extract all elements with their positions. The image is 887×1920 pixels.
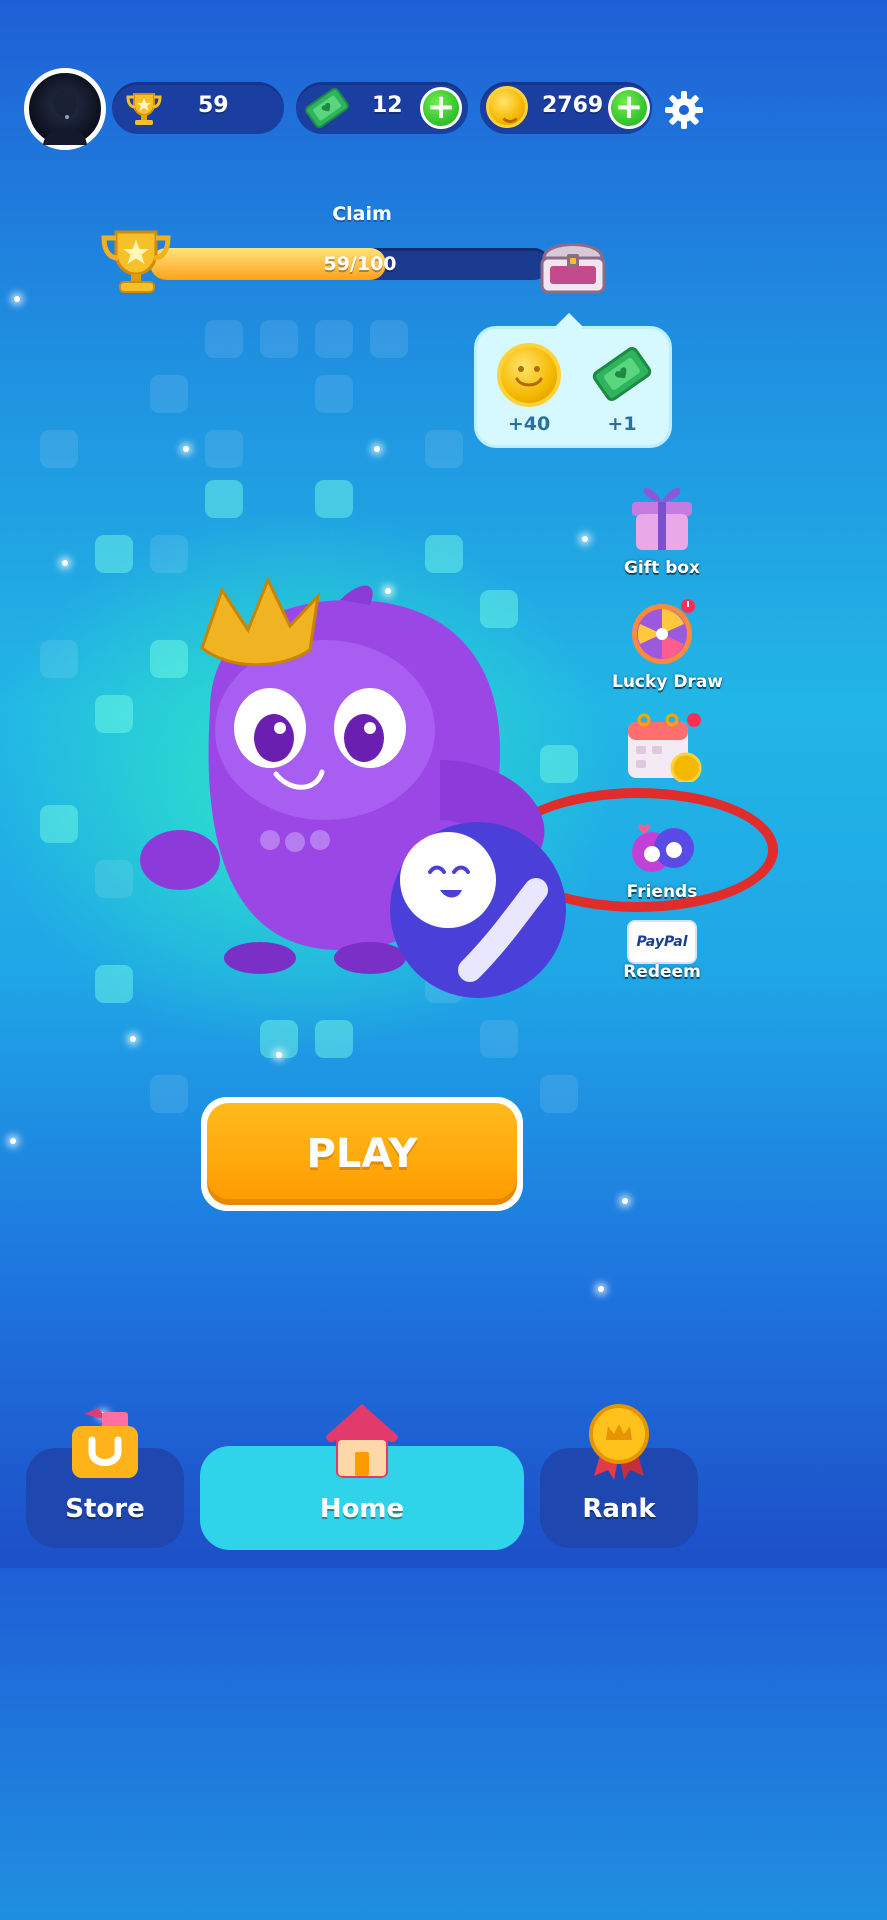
trophy-icon — [101, 230, 171, 293]
gift-box-icon — [632, 487, 692, 550]
coin-icon — [497, 343, 561, 407]
trophy-count: 59 — [198, 93, 229, 118]
treasure-chest-icon[interactable] — [536, 232, 610, 298]
trophy-counter: 59 — [112, 82, 284, 134]
shopping-bag-icon — [72, 1408, 138, 1478]
coin-count: 2769 — [542, 93, 604, 118]
reward-coin-amount: +40 — [507, 413, 551, 435]
ticket-icon — [592, 347, 652, 401]
add-tickets-button[interactable]: + — [420, 87, 462, 129]
add-coins-button[interactable]: + — [608, 87, 650, 129]
home-icon — [326, 1404, 398, 1478]
paypal-logo: PayPal — [627, 920, 697, 964]
reward-preview-panel: +40 +1 — [474, 326, 672, 448]
gift-box-button[interactable]: Gift box — [612, 484, 712, 578]
claim-label[interactable]: Claim — [300, 203, 424, 225]
medal-icon — [589, 1404, 649, 1480]
avatar-figure-icon — [43, 89, 87, 145]
play-button[interactable]: PLAY — [201, 1097, 523, 1211]
nav-home-label: Home — [319, 1494, 405, 1524]
calendar-icon — [628, 713, 702, 784]
character-illustration — [140, 576, 566, 998]
lucky-draw-button[interactable]: Lucky Draw — [612, 598, 723, 692]
coin-icon — [486, 86, 528, 128]
ticket-count: 12 — [372, 93, 403, 118]
gift-box-label: Gift box — [623, 558, 701, 578]
nav-rank-label: Rank — [582, 1494, 656, 1524]
reward-ticket-amount: +1 — [607, 413, 637, 435]
ticket-icon — [305, 87, 349, 129]
trophy-progress-text: 59/100 — [323, 253, 397, 275]
lucky-draw-label: Lucky Draw — [612, 672, 723, 692]
redeem-button[interactable]: PayPal Redeem — [612, 920, 712, 982]
player-avatar[interactable] — [24, 68, 106, 150]
prize-wheel-icon — [632, 599, 695, 664]
coin-counter: 2769 + — [480, 82, 652, 134]
play-button-label: PLAY — [207, 1103, 517, 1205]
trophy-icon — [126, 93, 162, 125]
redeem-label: Redeem — [623, 962, 701, 982]
gear-icon[interactable] — [664, 90, 704, 130]
ticket-counter: 12 + — [296, 82, 468, 134]
daily-calendar-button[interactable] — [612, 712, 712, 786]
nav-store-label: Store — [65, 1494, 145, 1524]
